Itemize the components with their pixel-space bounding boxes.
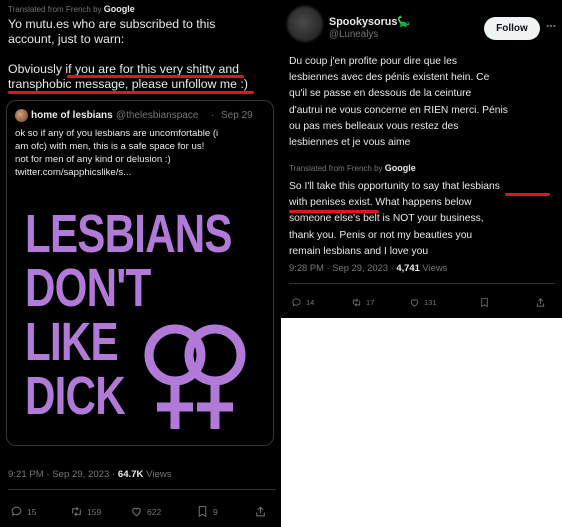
quoted-tweet[interactable]: home of lesbians @thelesbianspace · Sep … [6,100,274,446]
highlighted-text: lesbians [462,181,500,192]
quote-author-name: home of lesbians [31,110,113,121]
lesbian-symbol-icon [144,324,246,429]
tweet-timestamp: 9:28 PM · Sep 29, 2023 · 4,741 Views [289,262,448,273]
follow-button[interactable]: Follow [484,17,540,40]
author-handle[interactable]: @Lunealys [329,29,378,40]
reply-icon [11,506,22,517]
bookmark-button[interactable]: 9 [196,505,218,518]
bookmark-icon [198,506,207,518]
quote-text: ok so if any of you lesbians are uncomfo… [15,127,267,179]
red-underline [289,210,379,213]
dinosaur-icon: 🦕 [397,16,411,28]
tweet-text-line: Yo mutu.es who are subscribed to this [8,17,216,31]
like-button[interactable]: 131 [409,297,437,308]
retweet-button[interactable]: 159 [70,505,101,518]
quote-link[interactable]: twitter.com/sapphicslike/s... [15,166,267,179]
quote-header: home of lesbians @thelesbianspace · Sep … [15,109,271,123]
left-tweet-panel: Translated from French by Google Yo mutu… [0,0,281,527]
heart-icon [132,507,141,517]
tweet-text-line: account, just to warn: [8,32,125,46]
red-underline [8,91,254,94]
author-name[interactable]: Spookysorus🦕 [329,15,411,28]
image-word: LESBIANS [25,204,233,264]
divider [8,489,276,490]
reply-button[interactable]: 14 [291,297,314,308]
more-options-icon[interactable] [546,24,556,28]
retweet-button[interactable]: 17 [351,297,374,308]
translated-brand: Google [384,163,416,173]
retweet-icon [72,506,81,517]
red-underline [67,75,244,78]
tweet-actions: 14 17 131 [289,297,555,313]
like-button[interactable]: 622 [130,505,161,518]
tweet-text-english: So I'll take this opportunity to say tha… [289,181,500,257]
bookmark-icon [481,297,488,308]
translated-label: Translated from French by [8,5,102,14]
views-count: 64.7K [117,469,144,480]
reply-button[interactable]: 15 [10,505,36,518]
quote-date: Sep 29 [221,110,253,121]
share-icon [256,506,265,517]
views-count: 4,741 [396,262,420,273]
avatar[interactable] [287,6,323,42]
image-word: LIKE [25,312,119,372]
highlighted-text: with penises exist. [289,197,373,209]
bookmark-button[interactable] [479,297,490,308]
quote-author-handle: @thelesbianspace [116,110,199,121]
heart-icon [410,299,419,307]
divider [289,283,555,284]
image-word: DON'T [25,258,151,318]
translated-brand: Google [103,4,135,14]
translated-notice: Translated from French by Google [289,163,416,173]
separator-dot: · [211,110,215,121]
quote-avatar [15,109,28,122]
tweet-actions: 15 159 622 9 [8,505,276,521]
tweet-text-french: Du coup j'en profite pour dire que les l… [289,56,508,149]
quote-image[interactable]: LESBIANS DON'T LIKE DICK [7,199,273,445]
share-button[interactable] [535,297,546,308]
tweet-timestamp: 9:21 PM · Sep 29, 2023 · 64.7K Views [8,469,172,480]
image-word: DICK [25,366,126,426]
red-underline [505,193,550,196]
share-icon [536,298,545,307]
share-button[interactable] [254,505,267,518]
reply-icon [292,298,301,307]
retweet-icon [352,298,361,307]
highlighted-text: if you are for this very shitty and [65,62,240,76]
translated-notice: Translated from French by Google [8,4,135,14]
right-tweet-panel: Spookysorus🦕 @Lunealys Follow Du coup j'… [281,0,562,318]
translated-label: Translated from French by [289,164,383,173]
